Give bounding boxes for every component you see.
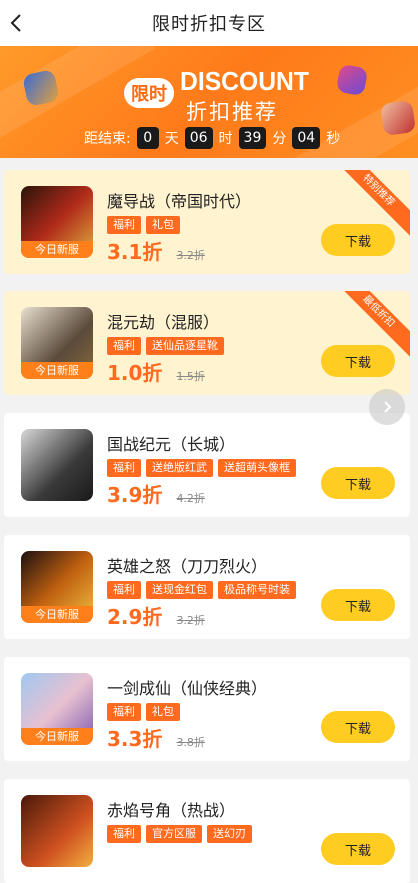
game-avatar-icon [379,99,417,137]
days-unit: 天 [164,131,179,147]
game-icon[interactable] [21,429,93,501]
game-tag: 送幻刃 [207,825,252,843]
game-name[interactable]: 英雄之怒（刀刀烈火） [107,553,267,577]
countdown-days: 0 [136,127,159,149]
game-name[interactable]: 国战纪元（长城） [107,431,235,455]
game-tag: 福利 [107,216,141,234]
game-name[interactable]: 混元劫（混服） [107,309,219,333]
price-row: 3.9折 4.2折 [107,479,205,508]
game-card[interactable]: 国战纪元（长城） 福利 送绝版红武 送超萌头像框 3.9折 4.2折 下载 [4,413,410,517]
price-row: 1.0折 1.5折 [107,357,205,386]
download-button[interactable]: 下载 [321,711,395,743]
limited-badge: 限时 [124,78,174,108]
game-card[interactable]: 赤焰号角（热战） 福利 官方区服 送幻刃 下载 [4,779,410,883]
minutes-unit: 分 [272,131,287,147]
game-name[interactable]: 魔导战（帝国时代） [107,188,251,212]
game-tag: 送现金红包 [146,581,213,599]
game-tag: 送超萌头像框 [218,459,296,477]
game-tag: 福利 [107,337,141,355]
game-card[interactable]: 今日新服 魔导战（帝国时代） 福利 礼包 3.1折 3.2折 下载 特别推荐 [4,170,410,274]
original-price: 3.2折 [176,249,205,262]
game-tag: 福利 [107,459,141,477]
game-icon[interactable]: 今日新服 [21,307,93,379]
game-card[interactable]: 今日新服 一剑成仙（仙侠经典） 福利 礼包 3.3折 3.8折 下载 [4,657,410,761]
game-tags: 福利 礼包 [107,216,180,234]
hours-unit: 时 [218,131,233,147]
top-bar: 限时折扣专区 [0,0,418,46]
download-button[interactable]: 下载 [321,224,395,256]
original-price: 3.2折 [176,614,205,627]
game-card[interactable]: 今日新服 英雄之怒（刀刀烈火） 福利 送现金红包 极品称号时装 2.9折 3.2折 … [4,535,410,639]
discount-price: 3.9折 [107,483,163,507]
game-tags: 福利 官方区服 送幻刃 [107,825,252,843]
game-icon[interactable]: 今日新服 [21,551,93,623]
download-button[interactable]: 下载 [321,345,395,377]
discount-price: 3.1折 [107,240,163,264]
discount-banner: 限时 DISCOUNT 折扣推荐 距结束: 0 天 06 时 39 分 04 秒 [0,46,418,158]
page-title: 限时折扣专区 [152,14,266,35]
back-arrow-icon[interactable] [6,10,32,36]
game-tag: 福利 [107,581,141,599]
game-tag: 福利 [107,703,141,721]
game-tag: 礼包 [146,703,180,721]
banner-headline: DISCOUNT [180,66,309,96]
game-tag: 官方区服 [146,825,202,843]
original-price: 4.2折 [176,492,205,505]
chevron-right-icon [384,401,392,413]
discount-price: 2.9折 [107,605,163,629]
game-avatar-icon [335,63,369,97]
game-icon[interactable]: 今日新服 [21,673,93,745]
game-tag: 福利 [107,825,141,843]
game-card[interactable]: 今日新服 混元劫（混服） 福利 送仙品逐星靴 1.0折 1.5折 下载 最低折扣 [4,291,410,395]
countdown-seconds: 04 [292,127,321,149]
new-server-tag: 今日新服 [21,728,93,745]
countdown-hours: 06 [184,127,213,149]
game-tag: 送绝版红武 [146,459,213,477]
download-button[interactable]: 下载 [321,589,395,621]
game-name[interactable]: 赤焰号角（热战） [107,797,235,821]
game-name[interactable]: 一剑成仙（仙侠经典） [107,675,267,699]
price-row: 3.1折 3.2折 [107,236,205,265]
price-row: 3.3折 3.8折 [107,723,205,752]
original-price: 3.8折 [176,736,205,749]
game-icon[interactable]: 今日新服 [21,186,93,258]
banner-subheadline: 折扣推荐 [186,100,278,124]
game-icon[interactable] [21,795,93,867]
discount-price: 1.0折 [107,361,163,385]
download-button[interactable]: 下载 [321,467,395,499]
game-tag: 礼包 [146,216,180,234]
game-tags: 福利 送绝版红武 送超萌头像框 [107,459,296,477]
countdown-minutes: 39 [238,127,267,149]
game-tag: 送仙品逐星靴 [146,337,224,355]
new-server-tag: 今日新服 [21,362,93,379]
game-tags: 福利 送现金红包 极品称号时装 [107,581,296,599]
countdown-label: 距结束: [84,131,131,147]
game-tag: 极品称号时装 [218,581,296,599]
scroll-next-button[interactable] [369,389,405,425]
discount-price: 3.3折 [107,727,163,751]
original-price: 1.5折 [176,370,205,383]
price-row: 2.9折 3.2折 [107,601,205,630]
new-server-tag: 今日新服 [21,241,93,258]
game-tags: 福利 送仙品逐星靴 [107,337,224,355]
new-server-tag: 今日新服 [21,606,93,623]
game-tags: 福利 礼包 [107,703,180,721]
countdown: 距结束: 0 天 06 时 39 分 04 秒 [84,126,340,150]
seconds-unit: 秒 [326,131,341,147]
